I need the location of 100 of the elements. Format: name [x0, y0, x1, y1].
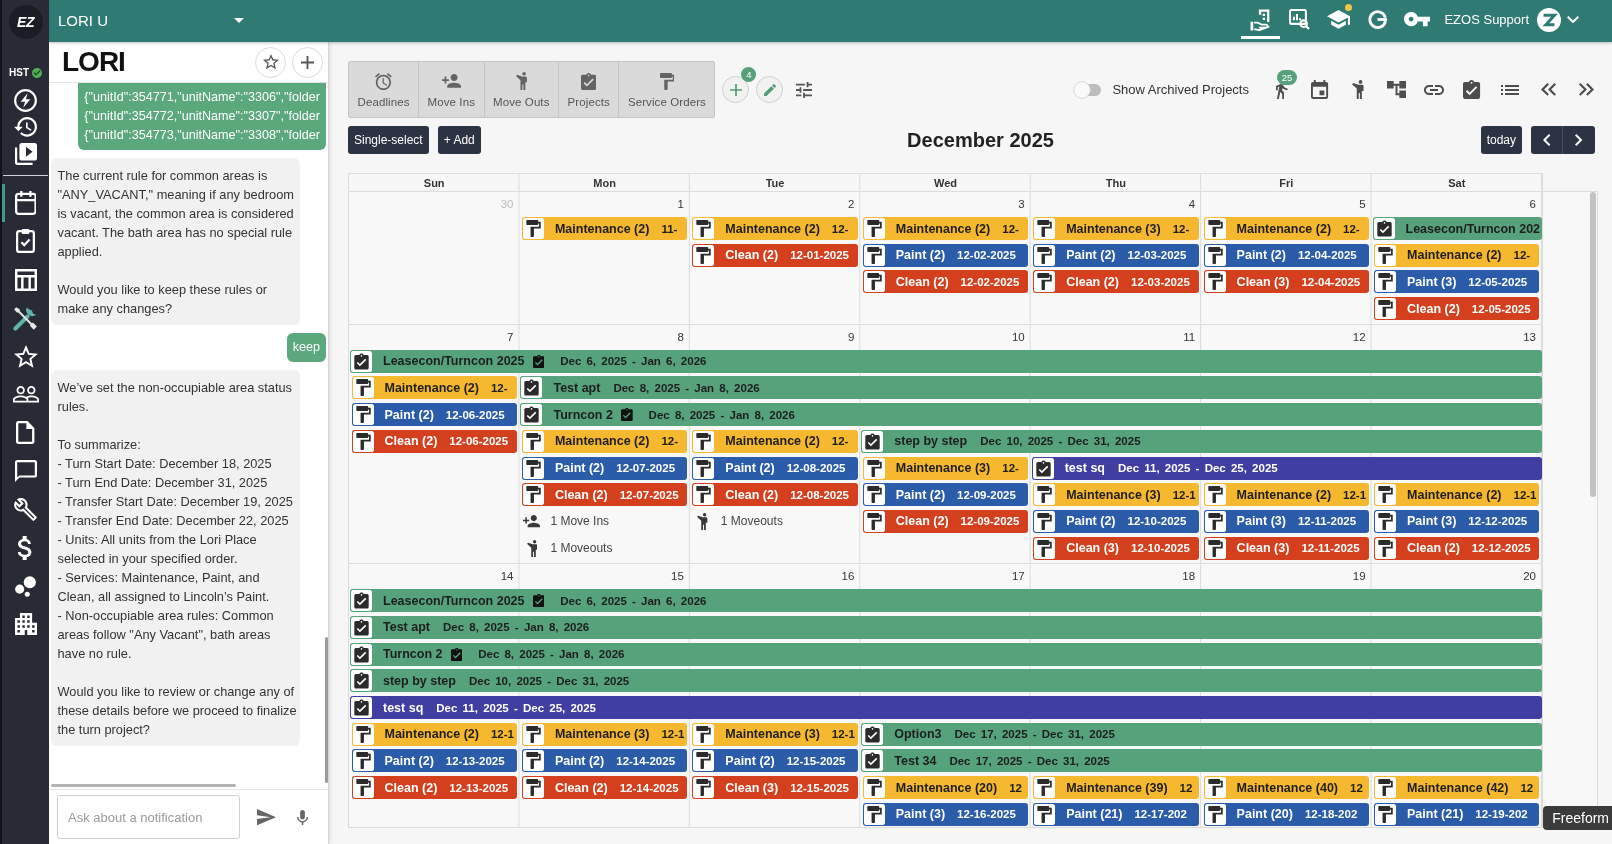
service-order-bar[interactable]: Maintenance (40) 12 [1203, 776, 1370, 800]
project-bar[interactable]: Option3 Dec 17, 2025 - Dec 31, 2025 [861, 722, 1542, 746]
service-order-bar[interactable]: Clean (2) 12-08-2025 [692, 483, 858, 507]
service-order-bar[interactable]: Maintenance (2) 12-1 [351, 722, 517, 746]
service-order-bar[interactable]: Paint (2) 12-10-2025 [1033, 509, 1199, 533]
favorite-button[interactable] [255, 46, 286, 78]
service-order-bar[interactable]: Clean (2) 12-06-2025 [351, 429, 517, 453]
project-bar[interactable]: Leasecon/Turncon 202 [1372, 217, 1542, 240]
service-order-bar[interactable]: Maintenance (2) 12- [521, 429, 688, 453]
service-order-bar[interactable]: Maintenance (3) 12-1 [1033, 483, 1199, 507]
service-order-bar[interactable]: Clean (2) 12-05-2025 [1374, 297, 1540, 321]
clipboard-check-icon[interactable] [1463, 80, 1481, 99]
service-order-bar[interactable]: Clean (2) 12-09-2025 [862, 509, 1029, 533]
toolbar-button[interactable]: Service Orders [619, 62, 715, 117]
service-order-bar[interactable]: Maintenance (2) 12-1 [1203, 483, 1370, 507]
service-order-bar[interactable]: Maintenance (2) 12- [351, 376, 517, 400]
service-order-bar[interactable]: Maintenance (3) 12-1 [692, 722, 858, 746]
service-order-bar[interactable]: Maintenance (3) 12- [1033, 217, 1199, 240]
new-item-button[interactable] [722, 76, 750, 103]
account-dropdown[interactable]: LORI U [58, 0, 244, 40]
move-summary[interactable]: 1 Move Ins [550, 514, 610, 529]
service-order-bar[interactable]: Clean (2) 12-02-2025 [862, 270, 1029, 294]
service-order-bar[interactable]: Clean (2) 12-12-2025 [1374, 536, 1540, 560]
project-bar[interactable]: test sq Dec 11, 2025 - Dec 25, 2025 [1031, 456, 1542, 480]
message-input[interactable]: Ask about a notification [57, 795, 240, 839]
double-chevron-right-icon[interactable] [1578, 83, 1594, 96]
calendar-icon[interactable] [1311, 80, 1329, 99]
project-bar[interactable]: Test 34 Dec 17, 2025 - Dec 31, 2025 [861, 749, 1542, 773]
project-bar[interactable]: Test apt Dec 8, 2025 - Jan 8, 2026 [350, 615, 1542, 639]
move-summary[interactable]: 1 Moveouts [720, 514, 783, 529]
service-order-bar[interactable]: Maintenance (3) 12- [862, 456, 1029, 480]
service-order-bar[interactable]: Maintenance (2) 12- [1374, 243, 1540, 267]
service-order-bar[interactable]: Clean (3) 12-15-2025 [692, 776, 858, 800]
service-order-bar[interactable]: Clean (2) 12-03-2025 [1033, 270, 1199, 294]
service-order-bar[interactable]: Clean (2) 12-13-2025 [351, 776, 517, 800]
microphone-icon[interactable] [297, 809, 309, 825]
project-bar[interactable]: Leasecon/Turncon 2025 Dec 6, 2025 - Jan 6, 2026 [350, 349, 1542, 373]
toolbar-button[interactable]: Projects [559, 62, 620, 117]
service-order-bar[interactable]: Paint (2) 12-09-2025 [862, 483, 1029, 507]
service-order-bar[interactable]: Maintenance (2) 11- [521, 217, 688, 240]
add-button[interactable]: + Add [437, 126, 481, 154]
waving-person-icon[interactable] [1352, 80, 1364, 99]
project-bar[interactable]: Test apt Dec 8, 2025 - Jan 8, 2026 [520, 376, 1542, 400]
service-order-bar[interactable]: Maintenance (20) 12 [862, 776, 1029, 800]
service-order-bar[interactable]: Paint (2) 12-14-2025 [521, 749, 688, 773]
move-summary[interactable]: 1 Moveouts [550, 541, 613, 556]
service-order-bar[interactable]: Maintenance (39) 12 [1033, 776, 1199, 800]
service-order-bar[interactable]: Paint (2) 12-04-2025 [1203, 243, 1370, 267]
service-order-bar[interactable]: Clean (3) 12-04-2025 [1203, 270, 1370, 294]
service-order-bar[interactable]: Paint (2) 12-08-2025 [692, 456, 858, 480]
list-icon[interactable] [1501, 84, 1519, 95]
previous-button[interactable] [1531, 126, 1563, 154]
scrollbar-thumb[interactable] [1590, 192, 1596, 497]
service-order-bar[interactable]: Maintenance (2) 12-1 [1374, 483, 1540, 507]
service-order-bar[interactable]: Paint (21) 12-19-202 [1374, 802, 1540, 826]
single-select-button[interactable]: Single-select [348, 126, 429, 154]
project-bar[interactable]: step by step Dec 10, 2025 - Dec 31, 2025 [861, 429, 1542, 453]
project-bar[interactable]: test sq Dec 11, 2025 - Dec 25, 2025 [350, 696, 1542, 719]
service-order-bar[interactable]: Paint (2) 12-07-2025 [521, 456, 688, 480]
new-chat-button[interactable] [292, 46, 323, 78]
toolbar-button[interactable]: Move Outs [484, 62, 560, 117]
service-order-bar[interactable]: Maintenance (42) 12 [1374, 776, 1540, 800]
chevron-down-icon[interactable] [1567, 16, 1579, 24]
project-bar[interactable]: Turncon 2 Dec 8, 2025 - Jan 8, 2026 [350, 642, 1542, 666]
service-order-bar[interactable]: Maintenance (2) 12- [1203, 217, 1370, 240]
toolbar-button[interactable]: Deadlines [349, 62, 420, 117]
sliders-icon[interactable] [796, 81, 813, 98]
service-order-bar[interactable]: Paint (3) 12-16-2025 [862, 802, 1029, 826]
avatar-logo-icon[interactable] [1537, 8, 1561, 32]
scrollbar-thumb[interactable] [51, 784, 236, 787]
service-order-bar[interactable]: Maintenance (2) 12- [692, 217, 858, 240]
project-bar[interactable]: Leasecon/Turncon 2025 Dec 6, 2025 - Jan 6, 2026 [350, 589, 1542, 613]
service-order-bar[interactable]: Paint (2) 12-03-2025 [1033, 243, 1199, 267]
double-chevron-left-icon[interactable] [1540, 83, 1556, 96]
service-order-bar[interactable]: Paint (21) 12-17-202 [1033, 802, 1199, 826]
service-order-bar[interactable]: Paint (3) 12-11-2025 [1203, 509, 1370, 533]
service-order-bar[interactable]: Clean (3) 12-11-2025 [1203, 536, 1370, 560]
next-button[interactable] [1563, 126, 1595, 154]
toolbar-button[interactable]: Move Ins [419, 62, 485, 117]
service-order-bar[interactable]: Paint (2) 12-06-2025 [351, 403, 517, 427]
service-order-bar[interactable]: Paint (3) 12-12-2025 [1374, 509, 1540, 533]
service-order-bar[interactable]: Paint (2) 12-02-2025 [862, 243, 1029, 267]
service-order-bar[interactable]: Clean (3) 12-10-2025 [1033, 536, 1199, 560]
project-bar[interactable]: Turncon 2 Dec 8, 2025 - Jan 8, 2026 [520, 403, 1542, 427]
edit-button[interactable] [756, 76, 784, 103]
service-order-bar[interactable]: Clean (2) 12-07-2025 [521, 483, 688, 507]
service-order-bar[interactable]: Maintenance (3) 12-1 [521, 722, 688, 746]
link-icon[interactable] [1424, 84, 1444, 95]
scrollbar-thumb[interactable] [325, 637, 328, 783]
hierarchy-icon[interactable] [1386, 80, 1406, 99]
service-order-bar[interactable]: Maintenance (2) 12- [692, 429, 858, 453]
toggle-switch[interactable] [1073, 80, 1104, 99]
service-order-bar[interactable]: Paint (20) 12-18-202 [1203, 802, 1370, 826]
today-button[interactable]: today [1480, 126, 1522, 154]
project-bar[interactable]: step by step Dec 10, 2025 - Dec 31, 2025 [350, 669, 1542, 693]
service-order-bar[interactable]: Paint (2) 12-13-2025 [351, 749, 517, 773]
service-order-bar[interactable]: Paint (3) 12-05-2025 [1374, 270, 1540, 294]
service-order-bar[interactable]: Paint (2) 12-15-2025 [692, 749, 858, 773]
send-icon[interactable] [257, 808, 276, 826]
service-order-bar[interactable]: Clean (2) 12-14-2025 [521, 776, 688, 800]
